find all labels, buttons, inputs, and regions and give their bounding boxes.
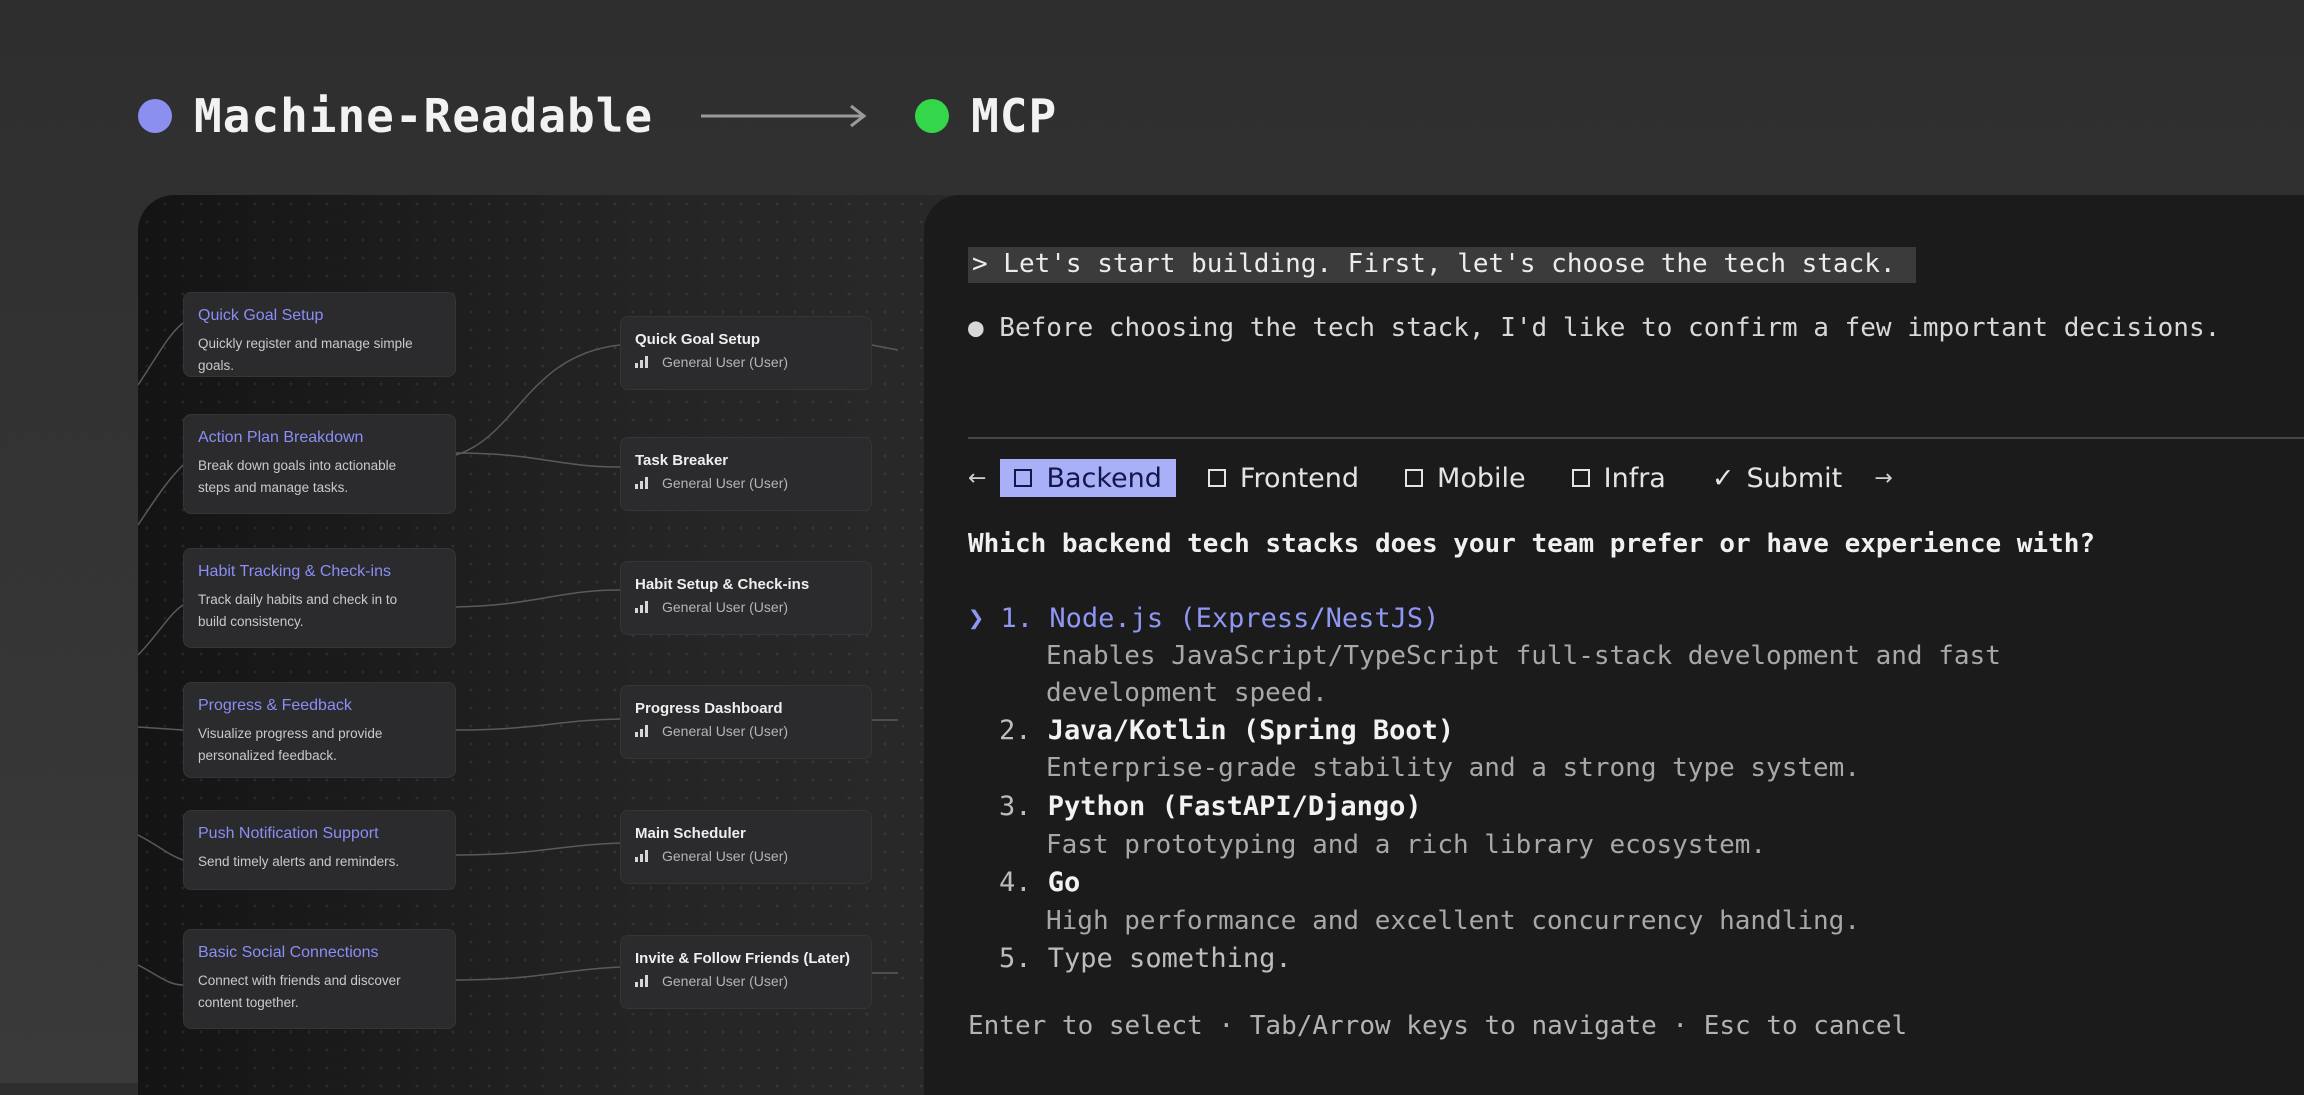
- option-desc: development speed.: [1046, 678, 1328, 708]
- option-name: Go: [1047, 867, 1081, 898]
- screen-card[interactable]: Progress Dashboard General User (User): [620, 685, 872, 759]
- feature-card[interactable]: Progress & Feedback Visualize progress a…: [183, 682, 456, 778]
- checkbox-icon: [1014, 469, 1033, 487]
- mcp-title: MCP: [971, 89, 1058, 143]
- screen-title: Quick Goal Setup: [635, 331, 761, 348]
- tab-frontend[interactable]: Frontend: [1194, 459, 1373, 497]
- right-arrow-icon[interactable]: →: [1874, 466, 1892, 491]
- tab-label: Backend: [1046, 462, 1162, 494]
- bar-chart-icon: [635, 725, 649, 737]
- tab-mobile[interactable]: Mobile: [1391, 459, 1540, 497]
- option-name: Java/Kotlin (Spring Boot): [1047, 715, 1455, 746]
- tab-label: Submit: [1746, 462, 1843, 494]
- option-1[interactable]: ❯ 1. Node.js (Express/NestJS): [968, 603, 1439, 634]
- checkbox-icon: [1571, 469, 1590, 487]
- tab-infra[interactable]: Infra: [1558, 459, 1680, 497]
- feature-desc: build consistency.: [198, 614, 304, 629]
- feature-title: Progress & Feedback: [198, 697, 352, 714]
- option-number: 4.: [999, 867, 1032, 898]
- keyboard-hints: Enter to select · Tab/Arrow keys to navi…: [968, 1011, 1908, 1041]
- divider: [968, 437, 2304, 439]
- assistant-message: ● Before choosing the tech stack, I'd li…: [968, 313, 2221, 343]
- screen-title: Habit Setup & Check-ins: [635, 576, 810, 593]
- checkbox-icon: [1405, 469, 1424, 487]
- question-tabs: ← Backend Frontend Mobile Infra ✓ Submit …: [968, 457, 1893, 499]
- feature-title: Basic Social Connections: [198, 944, 379, 961]
- bar-chart-icon: [635, 850, 649, 862]
- tab-submit[interactable]: ✓ Submit: [1698, 459, 1856, 497]
- option-desc: Enables JavaScript/TypeScript full-stack…: [1046, 641, 2001, 671]
- feature-desc: Quickly register and manage simple goals…: [198, 336, 413, 373]
- selector-icon: ❯: [968, 603, 985, 634]
- screen-role: General User (User): [662, 475, 789, 491]
- screen-role: General User (User): [662, 848, 789, 864]
- option-number: 1.: [1000, 603, 1034, 634]
- screen-card[interactable]: Invite & Follow Friends (Later) General …: [620, 935, 872, 1009]
- tab-backend[interactable]: Backend: [1000, 459, 1176, 497]
- feature-title: Push Notification Support: [198, 825, 379, 842]
- option-name: Type something.: [1047, 943, 1292, 974]
- screen-role: General User (User): [662, 973, 789, 989]
- right-arrow-icon: [701, 104, 869, 128]
- header: Machine-Readable MCP: [138, 88, 1057, 144]
- feature-desc: personalized feedback.: [198, 748, 337, 763]
- feature-card[interactable]: Habit Tracking & Check-ins Track daily h…: [183, 548, 456, 648]
- question-text: Which backend tech stacks does your team…: [968, 529, 2096, 559]
- feature-card[interactable]: Basic Social Connections Connect with fr…: [183, 929, 456, 1029]
- option-4[interactable]: 4. Go: [999, 867, 1080, 898]
- feature-desc: Visualize progress and provide: [198, 726, 383, 741]
- feature-card[interactable]: Push Notification Support Send timely al…: [183, 810, 456, 890]
- option-number: 2.: [999, 715, 1032, 746]
- feature-card[interactable]: Action Plan Breakdown Break down goals i…: [183, 414, 456, 514]
- option-number: 3.: [999, 791, 1032, 822]
- mcp-dot-icon: [915, 99, 950, 133]
- feature-title: Quick Goal Setup: [198, 307, 324, 324]
- feature-desc: Send timely alerts and reminders.: [198, 854, 400, 869]
- option-name: Node.js (Express/NestJS): [1049, 603, 1440, 634]
- feature-title: Habit Tracking & Check-ins: [198, 563, 391, 580]
- machine-readable-title: Machine-Readable: [194, 89, 654, 143]
- tab-label: Frontend: [1239, 462, 1360, 494]
- option-desc: Enterprise-grade stability and a strong …: [1046, 753, 1860, 783]
- user-prompt: > Let's start building. First, let's cho…: [968, 247, 1916, 283]
- option-2[interactable]: 2. Java/Kotlin (Spring Boot): [999, 715, 1454, 746]
- option-number: 5.: [999, 943, 1032, 974]
- screen-title: Task Breaker: [635, 452, 729, 469]
- feature-desc: Track daily habits and check in to: [198, 592, 398, 607]
- screen-title: Main Scheduler: [635, 825, 746, 842]
- screen-card[interactable]: Main Scheduler General User (User): [620, 810, 872, 884]
- option-name: Python (FastAPI/Django): [1047, 791, 1422, 822]
- screen-role: General User (User): [662, 723, 789, 739]
- screen-role: General User (User): [662, 354, 789, 370]
- check-icon: ✓: [1711, 462, 1735, 494]
- feature-desc: Break down goals into actionable: [198, 458, 397, 473]
- feature-graph-panel: Quick Goal Setup Quickly register and ma…: [138, 195, 1038, 1095]
- screen-card[interactable]: Habit Setup & Check-ins General User (Us…: [620, 561, 872, 635]
- bar-chart-icon: [635, 477, 649, 489]
- option-desc: Fast prototyping and a rich library ecos…: [1046, 830, 1767, 860]
- left-arrow-icon[interactable]: ←: [968, 466, 986, 491]
- screen-card[interactable]: Task Breaker General User (User): [620, 437, 872, 511]
- bar-chart-icon: [635, 975, 649, 987]
- terminal-panel[interactable]: > Let's start building. First, let's cho…: [924, 195, 2304, 1095]
- option-5[interactable]: 5. Type something.: [999, 943, 1292, 974]
- screen-role: General User (User): [662, 599, 789, 615]
- bar-chart-icon: [635, 356, 649, 368]
- option-desc: High performance and excellent concurren…: [1046, 906, 1860, 936]
- tab-label: Mobile: [1437, 462, 1526, 494]
- screen-title: Progress Dashboard: [635, 700, 783, 717]
- bar-chart-icon: [635, 601, 649, 613]
- feature-desc: Connect with friends and discover: [198, 973, 401, 988]
- screen-title: Invite & Follow Friends (Later): [635, 950, 851, 967]
- screen-card[interactable]: Quick Goal Setup General User (User): [620, 316, 872, 390]
- tab-label: Infra: [1603, 462, 1666, 494]
- machine-readable-dot-icon: [138, 99, 172, 133]
- checkbox-icon: [1207, 469, 1226, 487]
- feature-card[interactable]: Quick Goal Setup Quickly register and ma…: [183, 292, 456, 377]
- option-3[interactable]: 3. Python (FastAPI/Django): [999, 791, 1422, 822]
- feature-desc: content together.: [198, 995, 299, 1010]
- feature-title: Action Plan Breakdown: [198, 429, 364, 446]
- feature-desc: steps and manage tasks.: [198, 480, 349, 495]
